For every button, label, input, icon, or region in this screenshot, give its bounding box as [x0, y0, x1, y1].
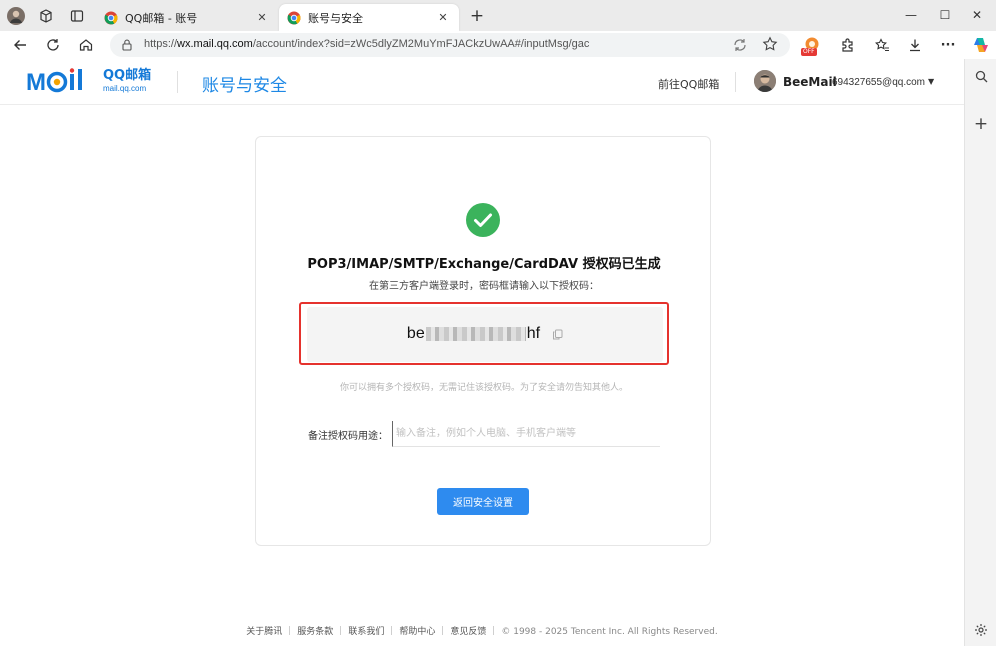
- logo-domain: mail.qq.com: [103, 84, 147, 93]
- card-title: POP3/IMAP/SMTP/Exchange/CardDAV 授权码已生成: [307, 257, 661, 272]
- minimize-button[interactable]: —: [896, 5, 926, 25]
- tab-title: 账号与安全: [308, 11, 363, 25]
- security-note: 你可以拥有多个授权码，无需记住该授权码。为了安全请勿告知其他人。: [339, 383, 628, 393]
- auth-code-card: POP3/IMAP/SMTP/Exchange/CardDAV 授权码已生成 在…: [255, 136, 711, 546]
- tab-qq-mail-account[interactable]: QQ邮箱 - 账号 ✕: [96, 4, 278, 31]
- close-tab-icon[interactable]: ✕: [435, 11, 451, 24]
- mail-logo-icon[interactable]: M: [26, 68, 100, 94]
- remark-input[interactable]: [392, 421, 660, 447]
- chevron-down-icon[interactable]: ▼: [928, 77, 934, 86]
- browser-toolbar: https://wx.mail.qq.com/account/index?sid…: [0, 31, 996, 59]
- svg-text:M: M: [26, 69, 46, 94]
- tab-title: QQ邮箱 - 账号: [125, 11, 198, 25]
- workspaces-icon[interactable]: [35, 5, 57, 27]
- close-tab-icon[interactable]: ✕: [254, 11, 270, 24]
- web-page: M QQ邮箱 mail.qq.com 账号与安全 前往QQ邮箱 BeeMail …: [0, 59, 964, 646]
- avatar[interactable]: [754, 70, 776, 92]
- reload-icon[interactable]: [42, 34, 64, 56]
- site-header: M QQ邮箱 mail.qq.com 账号与安全 前往QQ邮箱 BeeMail …: [0, 59, 964, 105]
- chrome-favicon-icon: [104, 11, 118, 24]
- header-divider: [735, 72, 736, 92]
- window-close-button[interactable]: ✕: [962, 5, 992, 25]
- extension-off-icon[interactable]: OFF: [801, 34, 823, 56]
- success-check-icon: [466, 203, 500, 237]
- user-email[interactable]: 694327655@qq.com: [832, 77, 925, 88]
- footer-divider: [289, 626, 291, 635]
- more-menu-icon[interactable]: ···: [937, 34, 959, 56]
- highlight-annotation: [299, 302, 669, 365]
- footer-divider: [493, 626, 495, 635]
- translate-icon[interactable]: [732, 37, 748, 53]
- browser-side-panel: +: [964, 59, 996, 646]
- footer-divider: [442, 626, 444, 635]
- favorite-star-icon[interactable]: [762, 36, 778, 52]
- sidebar-settings-gear-icon[interactable]: [971, 620, 991, 640]
- footer-divider: [391, 626, 393, 635]
- footer-divider: [340, 626, 342, 635]
- footer-link-about[interactable]: 关于腾讯: [246, 627, 282, 637]
- goto-qq-mail-link[interactable]: 前往QQ邮箱: [658, 76, 719, 92]
- page-title: 账号与安全: [202, 76, 287, 96]
- vertical-tabs-icon[interactable]: [66, 5, 88, 27]
- logo-wordmark: QQ邮箱: [103, 68, 152, 83]
- extension-off-badge: OFF: [801, 48, 817, 56]
- downloads-icon[interactable]: [904, 34, 926, 56]
- extensions-puzzle-icon[interactable]: [836, 34, 858, 56]
- profile-avatar-icon[interactable]: [5, 5, 27, 27]
- footer-link-terms[interactable]: 服务条款: [297, 627, 333, 637]
- footer-link-feedback[interactable]: 意见反馈: [450, 627, 486, 637]
- url-host: wx.mail.qq.com: [177, 38, 253, 50]
- address-bar[interactable]: https://wx.mail.qq.com/account/index?sid…: [110, 33, 790, 57]
- footer-copyright: © 1998 - 2025 Tencent Inc. All Rights Re…: [501, 627, 718, 637]
- chrome-favicon-icon: [287, 11, 301, 24]
- browser-tab-strip: QQ邮箱 - 账号 ✕ 账号与安全 ✕ + — ☐ ✕: [0, 0, 996, 31]
- url-path: /account/index?sid=zWc5dlyZM2MuYmFJACkzU…: [252, 38, 590, 50]
- site-footer: 关于腾讯 服务条款 联系我们 帮助中心 意见反馈 © 1998 - 2025 Tencen…: [0, 624, 964, 637]
- home-icon[interactable]: [75, 34, 97, 56]
- url-scheme: https://: [144, 38, 178, 50]
- copilot-icon[interactable]: [970, 34, 992, 56]
- sidebar-search-icon[interactable]: [971, 66, 991, 86]
- site-info-icon[interactable]: [120, 38, 134, 52]
- maximize-button[interactable]: ☐: [930, 5, 960, 25]
- back-icon[interactable]: [9, 34, 31, 56]
- remark-label: 备注授权码用途：: [308, 431, 388, 442]
- header-divider: [177, 71, 178, 93]
- back-to-security-settings-button[interactable]: 返回安全设置: [437, 488, 529, 515]
- favorites-list-icon[interactable]: [871, 34, 893, 56]
- card-subtitle: 在第三方客户端登录时，密码框请输入以下授权码：: [369, 281, 599, 292]
- sidebar-add-icon[interactable]: +: [971, 114, 991, 134]
- new-tab-button[interactable]: +: [466, 6, 488, 26]
- footer-link-contact[interactable]: 联系我们: [348, 627, 384, 637]
- tab-account-security[interactable]: 账号与安全 ✕: [279, 4, 459, 31]
- user-name[interactable]: BeeMail: [783, 75, 837, 89]
- url-text[interactable]: https://wx.mail.qq.com/account/index?sid…: [144, 38, 589, 50]
- footer-link-help[interactable]: 帮助中心: [399, 627, 435, 637]
